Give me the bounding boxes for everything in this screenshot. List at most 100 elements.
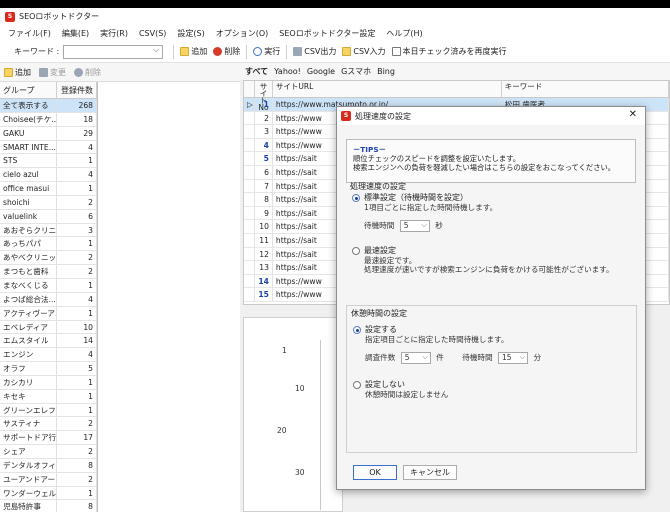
group-row[interactable]: エムスタイル 14 bbox=[0, 334, 97, 349]
count-unit: 件 bbox=[436, 353, 444, 362]
radio-unselected-icon[interactable] bbox=[353, 381, 361, 389]
fastest-label: 最速設定 bbox=[364, 246, 396, 255]
group-row[interactable]: GAKU 29 bbox=[0, 126, 97, 141]
group-row[interactable]: Choisee(チケ... 18 bbox=[0, 112, 97, 127]
group-row[interactable]: あやべクリニック2 bbox=[0, 251, 97, 266]
group-row[interactable]: 全て表示する 268 bbox=[0, 99, 97, 113]
tab-all[interactable]: すべて bbox=[245, 66, 268, 77]
group-row[interactable]: ワンダーウェル 1 bbox=[0, 486, 97, 501]
tab-yahoo[interactable]: Yahoo! bbox=[274, 67, 301, 76]
row-indicator bbox=[244, 193, 255, 206]
site-no-header[interactable]: サイトNo bbox=[255, 81, 273, 111]
site-url-header[interactable]: サイトURL bbox=[273, 81, 502, 97]
delete-button[interactable]: 削除 bbox=[213, 46, 240, 57]
radio-selected-icon[interactable] bbox=[352, 194, 360, 202]
rest-on-radio-option[interactable]: 設定する bbox=[347, 325, 636, 335]
keyword-header[interactable]: キーワード bbox=[502, 81, 669, 97]
fastest-radio-option[interactable]: 最速設定 bbox=[346, 246, 637, 256]
group-row[interactable]: ユーアンドアー... 2 bbox=[0, 472, 97, 487]
menu-seo-settings[interactable]: SEOロボットドクター設定 bbox=[279, 28, 375, 39]
group-name-cell: エベレディア bbox=[0, 320, 58, 334]
group-row[interactable]: エンジン 4 bbox=[0, 348, 97, 363]
group-row[interactable]: cielo azul 4 bbox=[0, 168, 97, 183]
menu-run[interactable]: 実行(R) bbox=[100, 28, 128, 39]
group-edit-button[interactable]: 変更 bbox=[39, 67, 66, 78]
group-name-cell: 全て表示する bbox=[0, 99, 58, 112]
menu-settings[interactable]: 設定(S) bbox=[177, 28, 204, 39]
csv-export-button[interactable]: CSV出力 bbox=[293, 46, 336, 57]
run-button[interactable]: 実行 bbox=[253, 46, 280, 57]
group-row[interactable]: オラフ 5 bbox=[0, 362, 97, 376]
group-delete-button[interactable]: 削除 bbox=[74, 67, 101, 78]
menu-edit[interactable]: 編集(E) bbox=[62, 28, 89, 39]
group-row[interactable]: あおぞらクリニ... 3 bbox=[0, 223, 97, 238]
site-no-cell: 15 bbox=[255, 288, 273, 301]
group-row[interactable]: あっちパパ 1 bbox=[0, 237, 97, 252]
rest-section-title: 休憩時間の設定 bbox=[351, 309, 407, 318]
group-row[interactable]: シェア 2 bbox=[0, 445, 97, 459]
close-icon[interactable]: ✕ bbox=[629, 109, 637, 120]
menu-options[interactable]: オプション(O) bbox=[216, 28, 269, 39]
keyword-label: キーワード : bbox=[14, 47, 60, 56]
title-bar: S SEOロボットドクター bbox=[0, 8, 670, 25]
cancel-button[interactable]: キャンセル bbox=[403, 465, 457, 480]
group-row[interactable]: SMART INTE... 4 bbox=[0, 140, 97, 155]
count-select[interactable]: 5 bbox=[400, 352, 431, 364]
group-row[interactable]: shoichi 2 bbox=[0, 195, 97, 210]
site-no-cell: 1 bbox=[255, 98, 273, 111]
group-row[interactable]: カシカリ 1 bbox=[0, 375, 97, 390]
site-no-cell: 3 bbox=[255, 125, 273, 138]
tab-google[interactable]: Google bbox=[307, 67, 335, 76]
group-row[interactable]: 児島特許事 8 bbox=[0, 500, 97, 512]
site-no-cell: 7 bbox=[255, 179, 273, 193]
csv-import-button[interactable]: CSV入力 bbox=[342, 46, 386, 57]
menu-help[interactable]: ヘルプ(H) bbox=[386, 28, 422, 39]
rest-off-desc: 休憩時間は設定しません bbox=[365, 390, 449, 399]
standard-radio-option[interactable]: 標準設定（待機時間を設定） bbox=[346, 193, 637, 203]
group-row[interactable]: よつば総合法... 4 bbox=[0, 292, 97, 307]
rest-wait-label: 待機時間 bbox=[462, 353, 493, 362]
wait-seconds-select[interactable]: 5 bbox=[399, 220, 430, 232]
group-row[interactable]: office masui 1 bbox=[0, 182, 97, 196]
group-count-cell: 2 bbox=[57, 251, 97, 265]
ok-button[interactable]: OK bbox=[353, 465, 397, 480]
tab-google-mobile[interactable]: Gスマホ bbox=[341, 66, 371, 77]
group-row[interactable]: サポートドア行... 17 bbox=[0, 431, 97, 446]
group-row[interactable]: キセキ 1 bbox=[0, 389, 97, 404]
group-add-button[interactable]: 追加 bbox=[4, 67, 31, 78]
run-button-label: 実行 bbox=[264, 47, 281, 56]
group-row[interactable]: エベレディア 10 bbox=[0, 320, 97, 335]
standard-desc: 1項目ごとに指定した時間待機します。 bbox=[364, 203, 498, 212]
dialog-title: 処理速度の設定 bbox=[355, 111, 411, 121]
group-column-header[interactable]: グループ bbox=[0, 82, 58, 98]
rest-off-radio-option[interactable]: 設定しない bbox=[347, 380, 636, 390]
group-row[interactable]: まつもと歯科 2 bbox=[0, 265, 97, 279]
add-button[interactable]: 追加 bbox=[180, 46, 207, 57]
tab-bing[interactable]: Bing bbox=[377, 67, 395, 76]
group-row[interactable]: valuelink 6 bbox=[0, 209, 97, 224]
group-row[interactable]: まなべくじる 1 bbox=[0, 278, 97, 293]
radio-unselected-icon[interactable] bbox=[352, 247, 360, 255]
row-indicator bbox=[244, 152, 255, 165]
row-pointer-icon: ▷ bbox=[244, 98, 255, 111]
menu-file[interactable]: ファイル(F) bbox=[8, 28, 51, 39]
group-name-cell: エンジン bbox=[0, 348, 58, 362]
group-toolbar: 追加 変更 削除 bbox=[0, 63, 240, 82]
group-row[interactable]: グリーンエレファ...1 bbox=[0, 403, 97, 418]
group-row[interactable]: デンタルオフィ... 8 bbox=[0, 458, 97, 473]
menu-csv[interactable]: CSV(S) bbox=[139, 29, 166, 38]
edit-icon bbox=[39, 67, 48, 77]
group-row[interactable]: サスティナ 2 bbox=[0, 417, 97, 432]
group-row[interactable]: STS 1 bbox=[0, 154, 97, 169]
group-row[interactable]: アクティヴーア... 1 bbox=[0, 306, 97, 321]
group-rows: 全て表示する 268 Choisee(チケ... 18 GAKU 29 SMART INTE… bbox=[0, 99, 97, 512]
row-indicator bbox=[244, 220, 255, 233]
csv-export-label: CSV出力 bbox=[304, 47, 337, 56]
recheck-checkbox[interactable]: 本日チェック済みを再度実行 bbox=[391, 46, 507, 57]
radio-selected-icon[interactable] bbox=[353, 326, 361, 334]
wait-label: 待機時間 bbox=[364, 221, 395, 230]
keyword-select[interactable] bbox=[63, 44, 164, 59]
count-column-header[interactable]: 登録件数 bbox=[57, 82, 97, 98]
rest-wait-select[interactable]: 15 bbox=[498, 352, 529, 364]
group-name-cell: GAKU bbox=[0, 126, 58, 140]
